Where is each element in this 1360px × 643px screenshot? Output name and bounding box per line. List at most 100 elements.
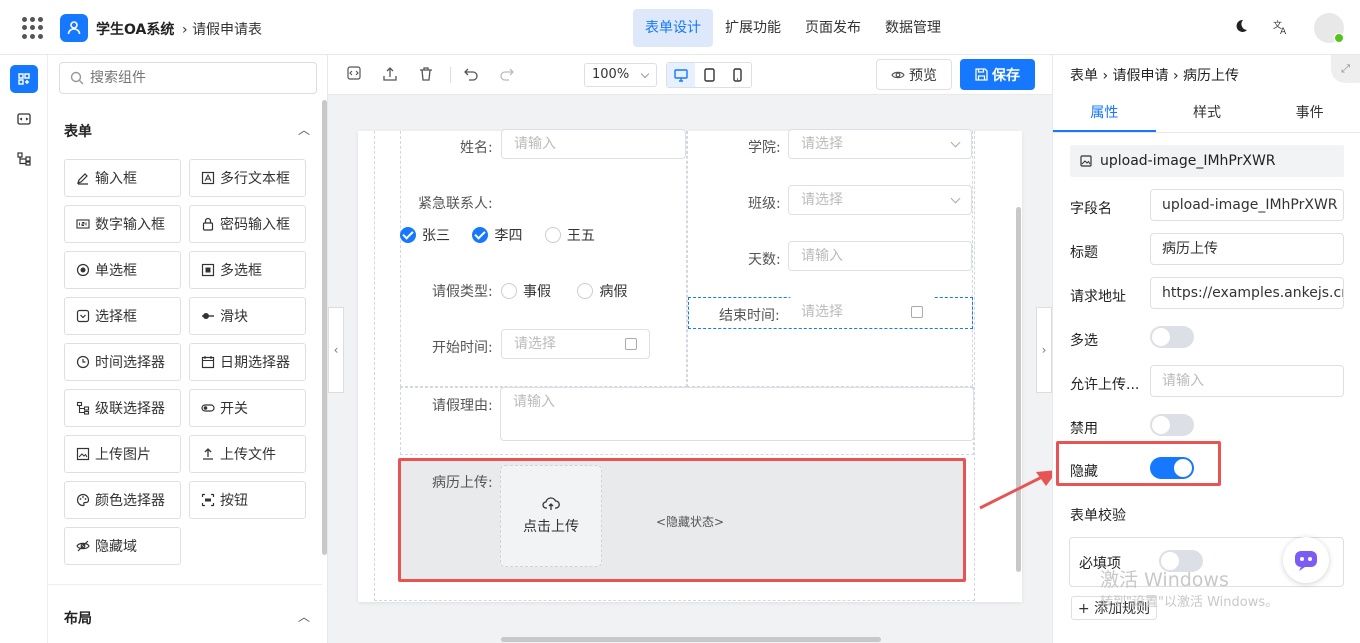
left-rail: [0, 55, 48, 643]
start-time-input[interactable]: 请选择: [501, 329, 650, 359]
crumb-form[interactable]: 表单: [1070, 68, 1098, 84]
component-eye-off-button[interactable]: 隐藏域: [64, 527, 181, 565]
translate-icon[interactable]: 文A: [1271, 18, 1291, 38]
preview-button[interactable]: 预览: [876, 59, 952, 90]
chevron-up-icon[interactable]: ︿: [298, 121, 310, 138]
dark-mode-icon[interactable]: [1231, 18, 1251, 38]
college-select[interactable]: 请选择: [788, 129, 972, 159]
expand-icon[interactable]: ⤢: [1331, 55, 1360, 83]
component-pencil-button[interactable]: 输入框: [64, 159, 181, 197]
rail-code-icon[interactable]: [10, 105, 38, 133]
breadcrumb: › 请假申请表: [182, 22, 263, 38]
component-select-button[interactable]: 选择框: [64, 297, 181, 335]
leave-type-radio-group: 事假 病假: [501, 281, 627, 301]
checkbox-unchecked-icon: [544, 227, 561, 243]
highlight-frame: [398, 458, 966, 582]
panel-scrollbar[interactable]: [322, 100, 327, 555]
component-number-button[interactable]: 数字输入框: [64, 205, 181, 243]
upload-icon: [203, 448, 213, 460]
tab-events[interactable]: 事件: [1258, 95, 1360, 132]
user-avatar[interactable]: [1314, 13, 1344, 43]
image-icon: [1080, 155, 1092, 167]
disabled-switch[interactable]: [1150, 414, 1194, 436]
component-id: upload-image_IMhPrXWR: [1070, 145, 1344, 177]
canvas-vertical-scrollbar[interactable]: [1016, 207, 1021, 572]
rail-tree-icon[interactable]: [10, 145, 38, 173]
top-bar: 学生OA系统 › 请假申请表 表单设计 扩展功能 页面发布 数据管理 文A: [0, 0, 1360, 55]
nav-page-publish[interactable]: 页面发布: [793, 9, 873, 47]
nav-data-management[interactable]: 数据管理: [873, 9, 953, 47]
code-view-icon[interactable]: [345, 66, 363, 84]
reason-textarea[interactable]: 请输入: [500, 387, 974, 441]
component-id-text: upload-image_IMhPrXWR: [1100, 153, 1276, 169]
nav-extensions[interactable]: 扩展功能: [713, 9, 793, 47]
collapse-right-handle[interactable]: ›: [1036, 307, 1052, 393]
component-label: 滑块: [220, 309, 248, 325]
contact-option-2[interactable]: 李四: [472, 227, 522, 244]
name-input[interactable]: 请输入: [501, 129, 686, 159]
component-image-button[interactable]: 上传图片: [64, 435, 181, 473]
component-calendar-button[interactable]: 日期选择器: [189, 343, 306, 381]
tab-style[interactable]: 样式: [1156, 95, 1259, 132]
palette-icon: [76, 493, 90, 507]
device-switcher: [666, 62, 752, 88]
url-input[interactable]: https://examples.ankejs.cn/a: [1150, 277, 1344, 309]
class-select[interactable]: 请选择: [788, 185, 972, 215]
breadcrumb-item[interactable]: 请假申请表: [192, 22, 262, 38]
contact-option-3[interactable]: 王五: [544, 227, 595, 244]
search-input[interactable]: [90, 70, 290, 86]
delete-icon[interactable]: [417, 66, 435, 84]
save-button[interactable]: 保存: [960, 59, 1035, 90]
end-time-input[interactable]: 请选择: [788, 297, 936, 327]
component-label: 选择框: [95, 309, 137, 325]
field-name-input[interactable]: upload-image_IMhPrXWR: [1150, 189, 1344, 221]
component-radio-button[interactable]: 单选框: [64, 251, 181, 289]
component-slider-button[interactable]: 滑块: [189, 297, 306, 335]
app-title: 学生OA系统: [96, 22, 175, 38]
apps-grid-icon[interactable]: [22, 17, 44, 39]
component-textarea-button[interactable]: 多行文本框: [189, 159, 306, 197]
component-label: 密码输入框: [220, 217, 290, 233]
component-cascader-button[interactable]: 级联选择器: [64, 389, 181, 427]
component-palette-button[interactable]: 颜色选择器: [64, 481, 181, 519]
crumb-leave[interactable]: 请假申请: [1113, 68, 1169, 84]
allow-upload-input[interactable]: 请输入: [1150, 365, 1344, 397]
multi-switch[interactable]: [1150, 326, 1194, 348]
assistant-bot-icon[interactable]: [1283, 537, 1329, 583]
zoom-select[interactable]: 100%: [584, 63, 657, 87]
canvas-horizontal-scrollbar[interactable]: [501, 637, 881, 642]
windows-watermark-subtitle: 转到"设置"以激活 Windows。: [1100, 595, 1279, 610]
collapse-left-handle[interactable]: ‹: [328, 307, 344, 393]
mobile-icon[interactable]: [723, 63, 751, 87]
crumb-upload[interactable]: 病历上传: [1183, 68, 1239, 84]
chevron-up-icon[interactable]: ︿: [298, 608, 310, 625]
component-clock-button[interactable]: 时间选择器: [64, 343, 181, 381]
component-checkbox-button[interactable]: 多选框: [189, 251, 306, 289]
component-label: 级联选择器: [95, 401, 165, 417]
import-icon[interactable]: [381, 66, 399, 84]
start-time-placeholder: 请选择: [514, 336, 556, 352]
canvas-area: 100% 预览 保存 ‹ › 姓名: 请输入 学院: 请选择 紧急联系人: 张三…: [328, 55, 1052, 643]
component-button-button[interactable]: 按钮: [189, 481, 306, 519]
tab-attributes[interactable]: 属性: [1053, 95, 1156, 132]
component-lock-button[interactable]: 密码输入框: [189, 205, 306, 243]
undo-icon[interactable]: [462, 66, 480, 84]
rail-components-icon[interactable]: [10, 65, 38, 93]
checkbox-checked-icon: [400, 227, 416, 243]
component-switch-button[interactable]: 开关: [189, 389, 306, 427]
tablet-icon[interactable]: [695, 63, 723, 87]
save-icon: [975, 68, 988, 81]
title-input[interactable]: 病历上传: [1150, 233, 1344, 265]
component-label: 开关: [220, 401, 248, 417]
nav-form-design[interactable]: 表单设计: [633, 9, 713, 47]
component-search[interactable]: [59, 62, 317, 94]
desktop-icon[interactable]: [667, 63, 695, 87]
redo-icon[interactable]: [498, 66, 516, 84]
component-upload-button[interactable]: 上传文件: [189, 435, 306, 473]
leave-type-option-1[interactable]: 事假: [501, 283, 551, 300]
days-input[interactable]: 请输入: [788, 241, 972, 271]
radio-icon: [577, 283, 594, 299]
leave-type-option-2[interactable]: 病假: [577, 283, 627, 300]
radio-icon: [76, 263, 90, 277]
contact-option-1[interactable]: 张三: [400, 227, 450, 244]
